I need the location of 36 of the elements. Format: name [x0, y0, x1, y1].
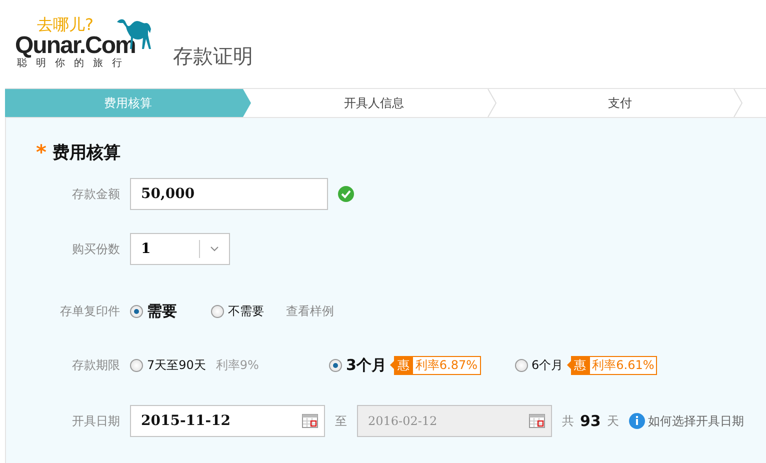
logo-slogan: 聪明你的旅行: [17, 58, 131, 70]
day-unit: 天: [606, 412, 619, 430]
radio-button[interactable]: [130, 358, 143, 372]
radio-option[interactable]: 6个月: [514, 356, 564, 374]
logo-wordmark: Qunar.Com: [15, 34, 136, 58]
help-link[interactable]: 如何选择开具日期: [628, 412, 744, 430]
radio-button[interactable]: [211, 304, 224, 318]
radio-option[interactable]: 不需要: [211, 302, 264, 320]
info-icon: [628, 413, 645, 429]
calendar-icon[interactable]: [302, 414, 318, 428]
field-label: 存款金额: [71, 186, 120, 202]
required-mark: *: [36, 140, 46, 164]
amount-field[interactable]: 50,000: [130, 178, 328, 210]
range-separator: 至: [335, 412, 347, 430]
field-label: 开具日期: [71, 412, 120, 430]
field-label: 存款期限: [71, 356, 120, 374]
copies-dropdown[interactable]: 1: [130, 233, 230, 265]
page-title: 存款证明: [173, 43, 253, 70]
total-prefix: 共: [562, 412, 574, 430]
end-date-field: 2016-02-12: [357, 405, 552, 437]
radio-button[interactable]: [130, 304, 143, 318]
interest-rate: 利率6.61%: [589, 356, 658, 374]
chevron-down-icon: [210, 246, 219, 252]
radio-option[interactable]: 需要: [130, 302, 177, 320]
interest-rate: 利率6.87%: [412, 356, 481, 374]
section-title: 费用核算: [52, 142, 120, 164]
start-date-field[interactable]: 2015-11-12: [130, 405, 325, 437]
radio-option[interactable]: 7天至90天: [130, 356, 206, 374]
field-label: 购买份数: [71, 240, 120, 258]
radio-button[interactable]: [328, 358, 342, 372]
interest-rate: 利率9%: [216, 356, 259, 374]
field-label: 存单复印件: [59, 302, 120, 320]
radio-button[interactable]: [514, 358, 528, 372]
radio-option[interactable]: 3个月: [328, 356, 386, 374]
logo-tagline: 去哪儿?: [37, 16, 94, 34]
day-count: 93: [580, 412, 601, 430]
